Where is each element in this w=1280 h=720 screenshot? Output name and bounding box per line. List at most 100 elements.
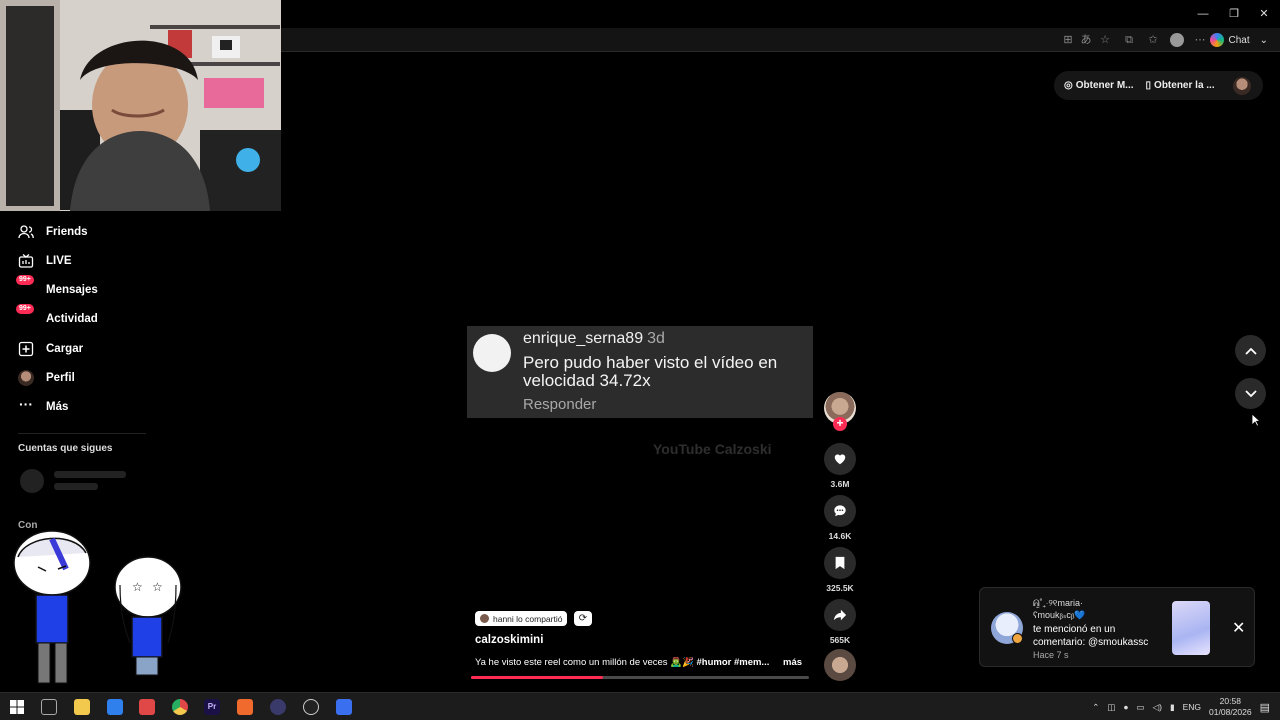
favorites-icon[interactable]: ✩ (1146, 33, 1160, 47)
shared-by-text: hanni lo compartió (493, 613, 563, 624)
get-desktop-button[interactable]: ▯ Obtener la ... (1146, 80, 1215, 91)
profile-icon[interactable] (1170, 33, 1184, 47)
notifications-icon[interactable]: ▤ (1260, 701, 1270, 714)
language-indicator[interactable]: ENG (1183, 702, 1201, 712)
chevron-up-icon[interactable]: ⌃ (1092, 702, 1099, 713)
sidebar-item-messages[interactable]: 99+ Mensajes (16, 275, 98, 301)
chevron-down-icon (1244, 389, 1257, 397)
app-blue-icon[interactable] (336, 699, 352, 715)
sidebar-item-label: Friends (46, 226, 88, 238)
share-button[interactable] (824, 599, 856, 631)
get-app-label: Obtener M... (1075, 80, 1134, 91)
chrome-icon[interactable] (172, 699, 188, 715)
more-options-icon[interactable]: ⋯ (1193, 33, 1207, 47)
favorite-star-icon[interactable]: ☆ (1098, 33, 1112, 47)
copilot-icon (1210, 33, 1225, 47)
previous-video-button[interactable] (1235, 335, 1266, 366)
upload-icon (18, 341, 34, 357)
comment-icon (834, 505, 846, 517)
sidebar-item-upload[interactable]: Cargar (18, 338, 83, 360)
friends-icon (18, 225, 34, 239)
loading-line-placeholder (54, 471, 126, 478)
repost-icon[interactable]: ⟳ (574, 611, 592, 626)
minimize-button[interactable]: — (1188, 4, 1218, 24)
extension-icon[interactable]: ⧉ (1122, 33, 1136, 47)
chat-label: Chat (1228, 34, 1250, 46)
heart-icon (834, 454, 846, 465)
close-window-button[interactable]: ✕ (1249, 4, 1279, 24)
chibi-character-left (13, 530, 91, 684)
comment-username-text: enrique_serna89 (523, 330, 644, 347)
caption-text: Ya he visto este reel como un millón de … (475, 657, 697, 668)
translate-icon[interactable]: あ (1079, 33, 1093, 47)
microphone-icon[interactable]: ● (1123, 702, 1128, 712)
app-icon[interactable]: ⊞ (1061, 33, 1075, 47)
video-caption: Ya he visto este reel como un millón de … (475, 657, 775, 668)
caption-hashtags[interactable]: #humor #mem... (697, 657, 770, 668)
obs-icon[interactable] (303, 699, 319, 715)
sidebar-item-activity[interactable]: 99+ Actividad (16, 304, 98, 330)
chevron-down-icon: ⌄ (1259, 34, 1268, 46)
close-icon[interactable]: ✕ (1232, 618, 1245, 638)
divider (18, 433, 146, 434)
clock-time: 20:58 (1219, 696, 1241, 706)
video-progress-fill (471, 676, 603, 679)
mobile-app-icon: ◎ (1064, 80, 1073, 91)
camera-icon[interactable]: ◫ (1107, 702, 1115, 713)
shared-by-pill[interactable]: hanni lo compartió (475, 611, 568, 626)
comment-text: Pero pudo haber visto el vídeo en veloci… (523, 353, 778, 390)
sharer-avatar (480, 614, 489, 623)
comment-count: 14.6K (828, 531, 852, 541)
comment-reply-label: Responder (523, 396, 597, 413)
task-view-icon[interactable] (41, 699, 57, 715)
loading-avatar-placeholder (20, 469, 44, 493)
notification-time: Hace 7 s (1033, 650, 1069, 660)
video-author[interactable]: calzoskimini (475, 634, 543, 646)
sidebar-item-label: Perfil (46, 372, 75, 384)
share-arrow-icon (833, 609, 847, 621)
next-video-button[interactable] (1235, 378, 1266, 409)
video-progress-bar[interactable] (471, 676, 809, 679)
chibi-character-right: ☆ ☆ (114, 556, 182, 676)
premiere-icon[interactable]: Pr (204, 699, 220, 715)
clock-date: 01/08/2026 (1209, 707, 1252, 717)
user-avatar[interactable] (1233, 77, 1251, 95)
following-section-title: Cuentas que sigues (18, 443, 113, 454)
follow-plus-button[interactable]: + (833, 417, 847, 431)
phone-icon: ▯ (1145, 80, 1152, 91)
save-button[interactable] (824, 547, 856, 579)
live-icon (18, 254, 34, 268)
webcam-overlay (0, 0, 281, 211)
roblox-icon[interactable] (139, 699, 155, 715)
sound-disc[interactable] (824, 649, 856, 681)
sidebar-item-label: LIVE (46, 255, 72, 267)
volume-icon[interactable]: ◁) (1153, 702, 1162, 713)
clock[interactable]: 20:58 01/08/2026 (1209, 696, 1252, 718)
brave-icon[interactable] (237, 699, 253, 715)
sidebar-item-live[interactable]: LIVE (18, 250, 72, 272)
like-button[interactable] (824, 443, 856, 475)
restore-button[interactable]: ❐ (1219, 4, 1249, 24)
caption-more-link[interactable]: más (783, 657, 802, 668)
svg-text:☆: ☆ (152, 580, 163, 594)
app-arrow-icon[interactable] (270, 699, 286, 715)
copilot-chat-button[interactable]: Chat ⌄ (1210, 32, 1268, 48)
more-icon: ··· (19, 396, 33, 412)
network-icon[interactable]: ▭ (1137, 702, 1145, 713)
sidebar-item-profile[interactable]: Perfil (18, 367, 75, 389)
battery-icon[interactable]: ▮ (1170, 702, 1175, 713)
store-icon[interactable] (107, 699, 123, 715)
share-count: 565K (829, 635, 851, 645)
file-explorer-icon[interactable] (74, 699, 90, 715)
sidebar-item-friends[interactable]: Friends (18, 221, 88, 243)
get-desktop-label: Obtener la ... (1154, 80, 1215, 91)
mention-notification[interactable]: ᕱ̤̮˚₊‧୨୧maria· ʕmoukᵦₛcᵦ💙 te mencionó en… (979, 587, 1255, 667)
notification-badge-icon (1012, 633, 1023, 644)
comment-button[interactable] (824, 495, 856, 527)
sidebar-item-more[interactable]: ··· Más (18, 396, 68, 418)
profile-avatar (18, 370, 34, 386)
notification-username: ᕱ̤̮˚₊‧୨୧maria· ʕmoukᵦₛcᵦ💙 (1033, 598, 1086, 620)
windows-start-icon[interactable] (9, 699, 25, 715)
get-app-button[interactable]: ◎ Obtener M... (1064, 80, 1134, 91)
activity-icon: 99+ (16, 304, 34, 327)
